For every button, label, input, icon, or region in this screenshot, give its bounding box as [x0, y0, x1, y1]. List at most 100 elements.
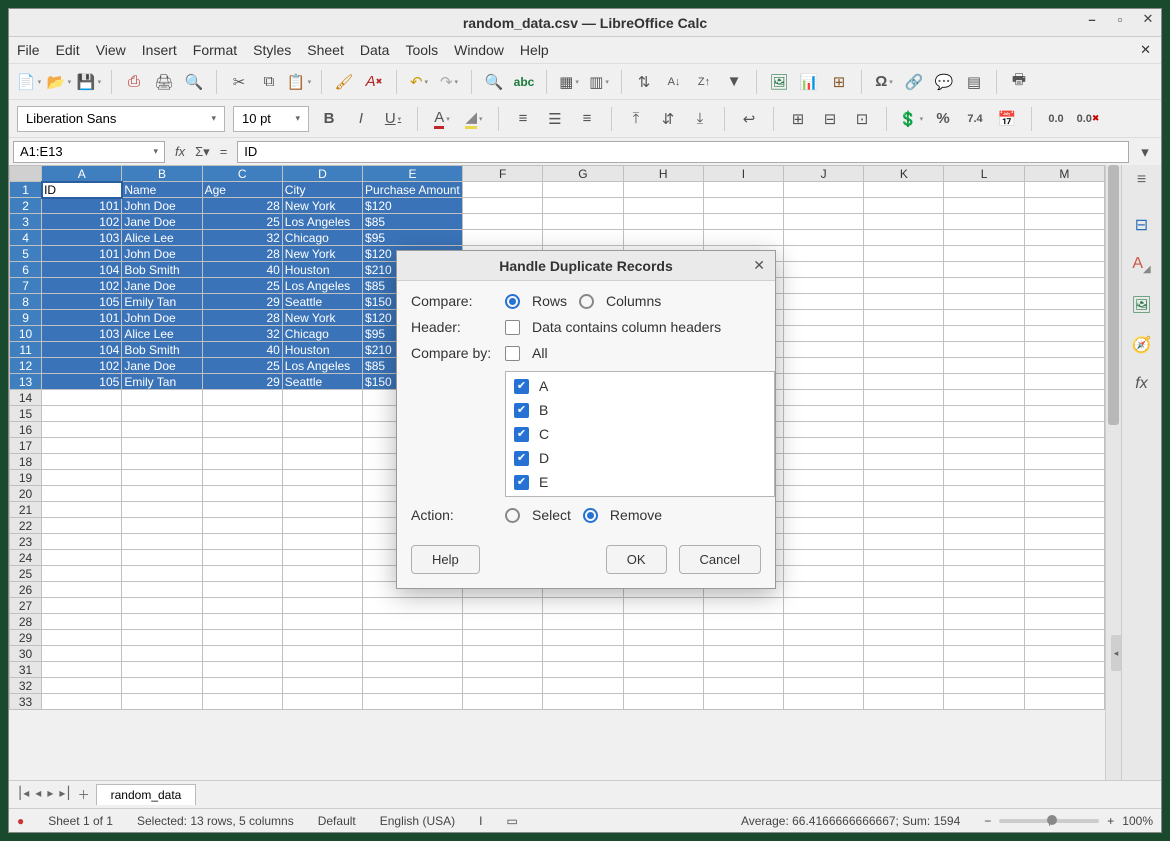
grid-cell[interactable]	[1024, 486, 1104, 502]
grid-cell[interactable]	[944, 374, 1024, 390]
dialog-titlebar[interactable]: Handle Duplicate Records ✕	[397, 251, 775, 281]
cell-reference-input[interactable]: A1:E13 ▾	[13, 141, 165, 163]
grid-cell[interactable]	[122, 566, 202, 582]
grid-cell[interactable]	[1024, 278, 1104, 294]
status-aggregate[interactable]: Average: 66.4166666666667; Sum: 1594	[741, 814, 960, 828]
grid-cell[interactable]	[864, 502, 944, 518]
grid-cell[interactable]	[363, 614, 463, 630]
grid-cell[interactable]	[282, 550, 362, 566]
row-header[interactable]: 22	[10, 518, 42, 534]
grid-cell[interactable]	[1024, 230, 1104, 246]
grid-cell[interactable]	[122, 598, 202, 614]
sort-asc-icon[interactable]: ⇅	[632, 70, 656, 94]
grid-cell[interactable]	[282, 582, 362, 598]
grid-cell[interactable]	[543, 182, 623, 198]
grid-cell[interactable]	[784, 326, 864, 342]
col-c-checkbox[interactable]	[514, 427, 529, 442]
row-header[interactable]: 28	[10, 614, 42, 630]
menu-format[interactable]: Format	[193, 42, 237, 58]
grid-cell[interactable]	[122, 470, 202, 486]
grid-cell[interactable]	[202, 390, 282, 406]
grid-cell[interactable]: Chicago	[282, 230, 362, 246]
row-header[interactable]: 2	[10, 198, 42, 214]
grid-cell[interactable]	[122, 438, 202, 454]
grid-cell[interactable]: Los Angeles	[282, 278, 362, 294]
grid-cell[interactable]	[703, 598, 783, 614]
grid-cell[interactable]	[944, 246, 1024, 262]
grid-cell[interactable]	[864, 310, 944, 326]
grid-cell[interactable]	[42, 566, 122, 582]
grid-cell[interactable]	[42, 486, 122, 502]
grid-cell[interactable]: Jane Doe	[122, 278, 202, 294]
grid-cell[interactable]: 25	[202, 214, 282, 230]
zoom-in-icon[interactable]: +	[1107, 814, 1114, 828]
grid-cell[interactable]	[463, 694, 543, 710]
grid-cell[interactable]	[864, 470, 944, 486]
spellcheck-icon[interactable]: abc	[512, 70, 536, 94]
copy-icon[interactable]: ⧉	[257, 70, 281, 94]
grid-cell[interactable]	[1024, 438, 1104, 454]
grid-cell[interactable]	[122, 534, 202, 550]
compare-by-listbox[interactable]: A B C D E	[505, 371, 775, 497]
align-middle-icon[interactable]: ⇵	[656, 107, 680, 131]
grid-cell[interactable]: 29	[202, 294, 282, 310]
grid-cell[interactable]	[543, 230, 623, 246]
grid-cell[interactable]: $95	[363, 230, 463, 246]
grid-cell[interactable]	[784, 486, 864, 502]
last-sheet-icon[interactable]: ▸⎮	[59, 786, 71, 803]
compare-rows-radio[interactable]	[505, 294, 520, 309]
grid-cell[interactable]	[944, 406, 1024, 422]
prev-sheet-icon[interactable]: ◂	[35, 786, 41, 803]
grid-cell[interactable]	[784, 390, 864, 406]
print-preview-icon[interactable]: 🔍	[182, 70, 206, 94]
grid-cell[interactable]	[944, 598, 1024, 614]
new-doc-icon[interactable]: 📄	[17, 70, 41, 94]
pivot-icon[interactable]: ⊞	[827, 70, 851, 94]
grid-cell[interactable]	[864, 198, 944, 214]
column-header[interactable]: D	[282, 166, 362, 182]
cancel-button[interactable]: Cancel	[679, 545, 761, 574]
grid-cell[interactable]: Alice Lee	[122, 230, 202, 246]
grid-cell[interactable]	[944, 342, 1024, 358]
grid-cell[interactable]	[202, 550, 282, 566]
grid-cell[interactable]	[202, 486, 282, 502]
menu-styles[interactable]: Styles	[253, 42, 291, 58]
grid-cell[interactable]: 103	[42, 326, 122, 342]
row-header[interactable]: 24	[10, 550, 42, 566]
grid-cell[interactable]: 102	[42, 278, 122, 294]
grid-cell[interactable]	[1024, 566, 1104, 582]
status-language[interactable]: English (USA)	[380, 814, 455, 828]
grid-cell[interactable]	[784, 198, 864, 214]
grid-cell[interactable]	[1024, 678, 1104, 694]
grid-cell[interactable]	[282, 614, 362, 630]
row-header[interactable]: 18	[10, 454, 42, 470]
grid-cell[interactable]: 32	[202, 230, 282, 246]
number-icon[interactable]: 7.4	[963, 107, 987, 131]
grid-cell[interactable]	[202, 566, 282, 582]
grid-cell[interactable]	[42, 470, 122, 486]
grid-cell[interactable]	[202, 422, 282, 438]
gallery-icon[interactable]: 🖼	[1131, 295, 1151, 315]
grid-cell[interactable]	[202, 502, 282, 518]
grid-cell[interactable]: 29	[202, 374, 282, 390]
grid-cell[interactable]	[463, 678, 543, 694]
scrollbar-thumb[interactable]	[1108, 165, 1119, 425]
grid-cell[interactable]: 105	[42, 294, 122, 310]
hyperlink-icon[interactable]: 🔗	[902, 70, 926, 94]
properties-icon[interactable]: ⊟	[1135, 215, 1148, 235]
grid-cell[interactable]	[42, 422, 122, 438]
functions-icon[interactable]: fx	[1135, 375, 1147, 393]
grid-cell[interactable]	[944, 582, 1024, 598]
row-header[interactable]: 19	[10, 470, 42, 486]
grid-cell[interactable]	[784, 550, 864, 566]
grid-cell[interactable]	[944, 694, 1024, 710]
grid-cell[interactable]	[1024, 614, 1104, 630]
grid-cell[interactable]	[623, 678, 703, 694]
grid-cell[interactable]	[122, 582, 202, 598]
special-char-icon[interactable]: Ω	[872, 70, 896, 94]
grid-cell[interactable]	[944, 454, 1024, 470]
grid-cell[interactable]: Los Angeles	[282, 214, 362, 230]
grid-cell[interactable]: 102	[42, 214, 122, 230]
grid-cell[interactable]	[864, 598, 944, 614]
grid-cell[interactable]	[864, 438, 944, 454]
